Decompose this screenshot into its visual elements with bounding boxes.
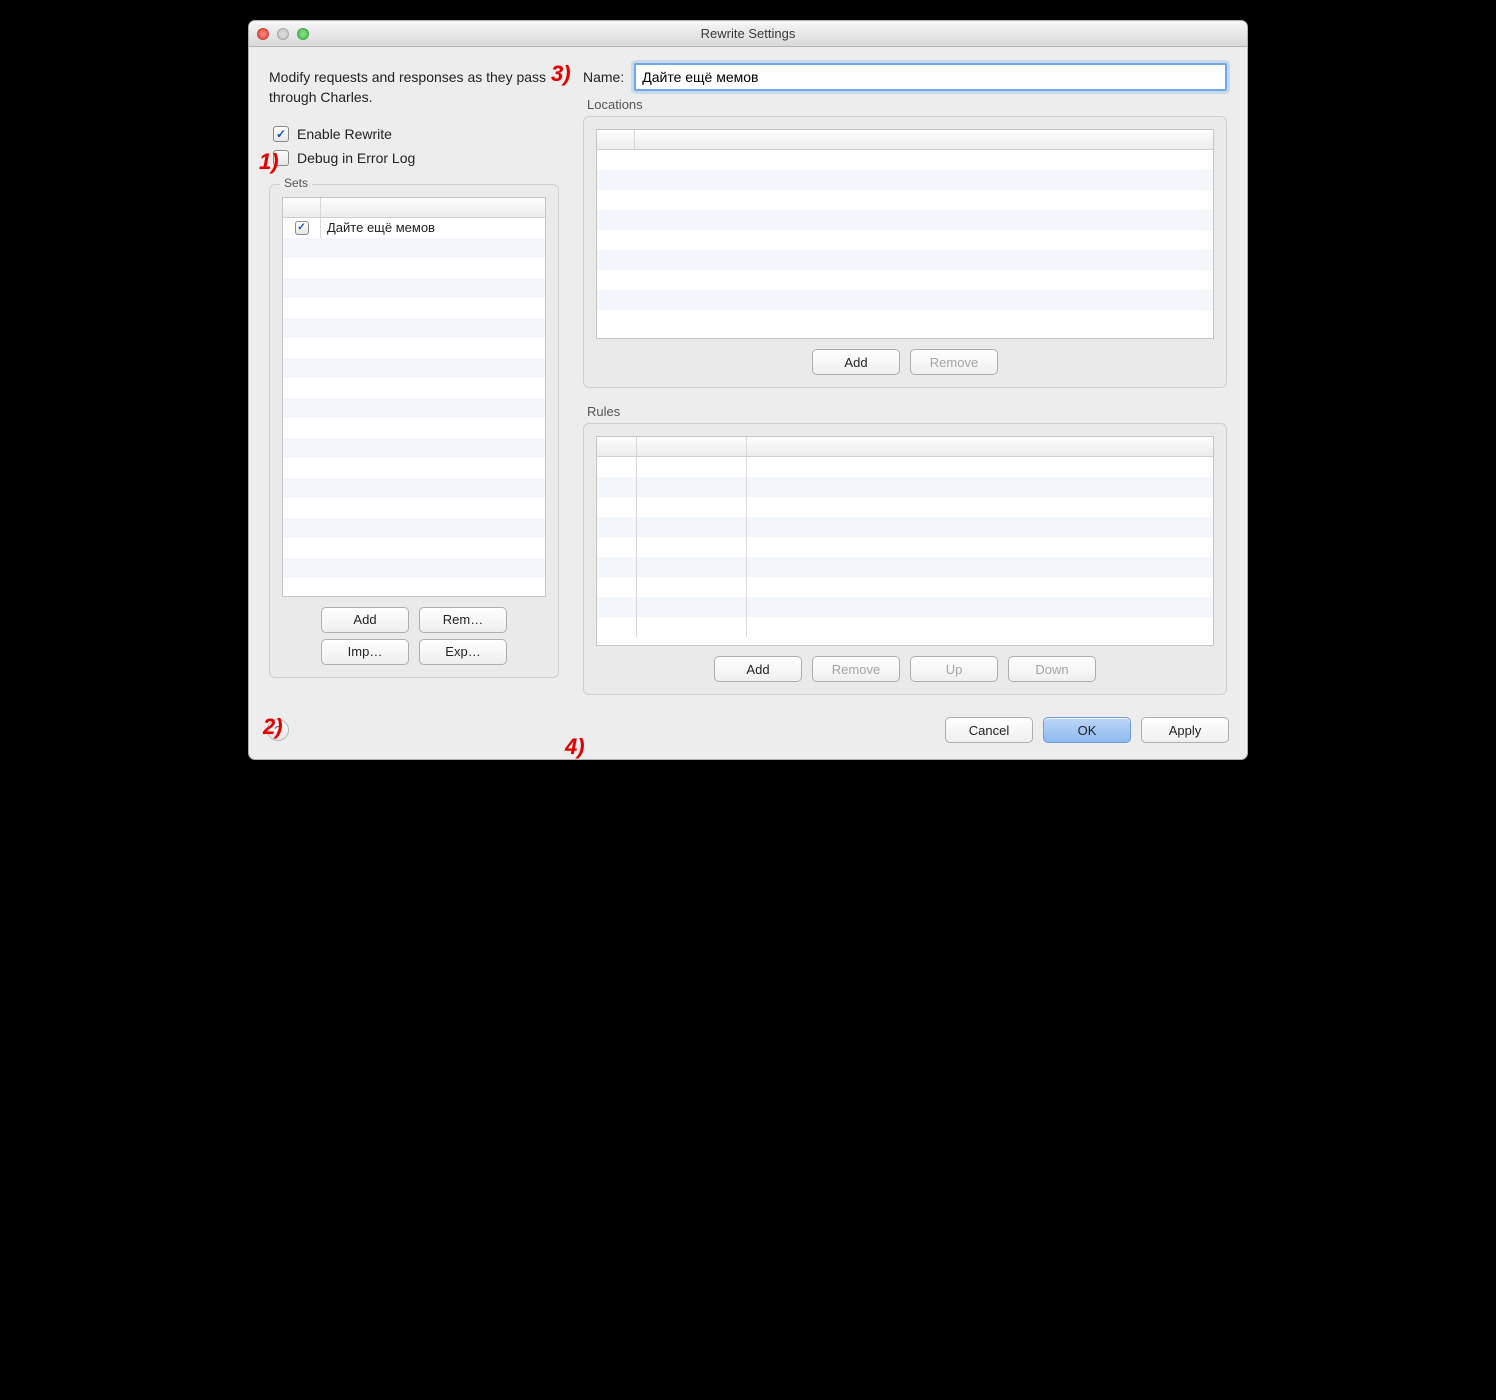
minimize-icon[interactable] xyxy=(277,28,289,40)
rules-down-button[interactable]: Down xyxy=(1008,656,1096,682)
debug-error-log-checkbox[interactable] xyxy=(273,150,289,166)
description-text: Modify requests and responses as they pa… xyxy=(269,63,559,108)
traffic-lights xyxy=(257,28,309,40)
name-input[interactable] xyxy=(634,63,1227,91)
locations-label: Locations xyxy=(587,97,1227,112)
window-title: Rewrite Settings xyxy=(249,26,1247,41)
sets-add-button[interactable]: Add xyxy=(321,607,409,633)
sets-export-button[interactable]: Exp… xyxy=(419,639,507,665)
sets-row[interactable]: Дайте ещё мемов xyxy=(283,218,545,238)
rules-label: Rules xyxy=(587,404,1227,419)
set-item-name: Дайте ещё мемов xyxy=(321,220,545,235)
rules-table[interactable] xyxy=(596,436,1214,646)
sets-table[interactable]: Дайте ещё мемов xyxy=(282,197,546,597)
enable-rewrite-label: Enable Rewrite xyxy=(297,126,392,142)
ok-button[interactable]: OK xyxy=(1043,717,1131,743)
sets-import-button[interactable]: Imp… xyxy=(321,639,409,665)
rules-up-button[interactable]: Up xyxy=(910,656,998,682)
locations-remove-button[interactable]: Remove xyxy=(910,349,998,375)
rules-add-button[interactable]: Add xyxy=(714,656,802,682)
cancel-button[interactable]: Cancel xyxy=(945,717,1033,743)
locations-table[interactable] xyxy=(596,129,1214,339)
name-label: Name: xyxy=(583,69,624,85)
apply-button[interactable]: Apply xyxy=(1141,717,1229,743)
zoom-icon[interactable] xyxy=(297,28,309,40)
sets-remove-button[interactable]: Rem… xyxy=(419,607,507,633)
titlebar[interactable]: Rewrite Settings xyxy=(249,21,1247,47)
sets-group-label: Sets xyxy=(280,176,312,190)
debug-error-log-label: Debug in Error Log xyxy=(297,150,415,166)
rewrite-settings-window: Rewrite Settings 1) 2) Modify requests a… xyxy=(248,20,1248,760)
enable-rewrite-checkbox[interactable] xyxy=(273,126,289,142)
help-button[interactable]: ? xyxy=(267,719,289,741)
rules-remove-button[interactable]: Remove xyxy=(812,656,900,682)
locations-add-button[interactable]: Add xyxy=(812,349,900,375)
set-item-checkbox[interactable] xyxy=(295,221,309,235)
close-icon[interactable] xyxy=(257,28,269,40)
